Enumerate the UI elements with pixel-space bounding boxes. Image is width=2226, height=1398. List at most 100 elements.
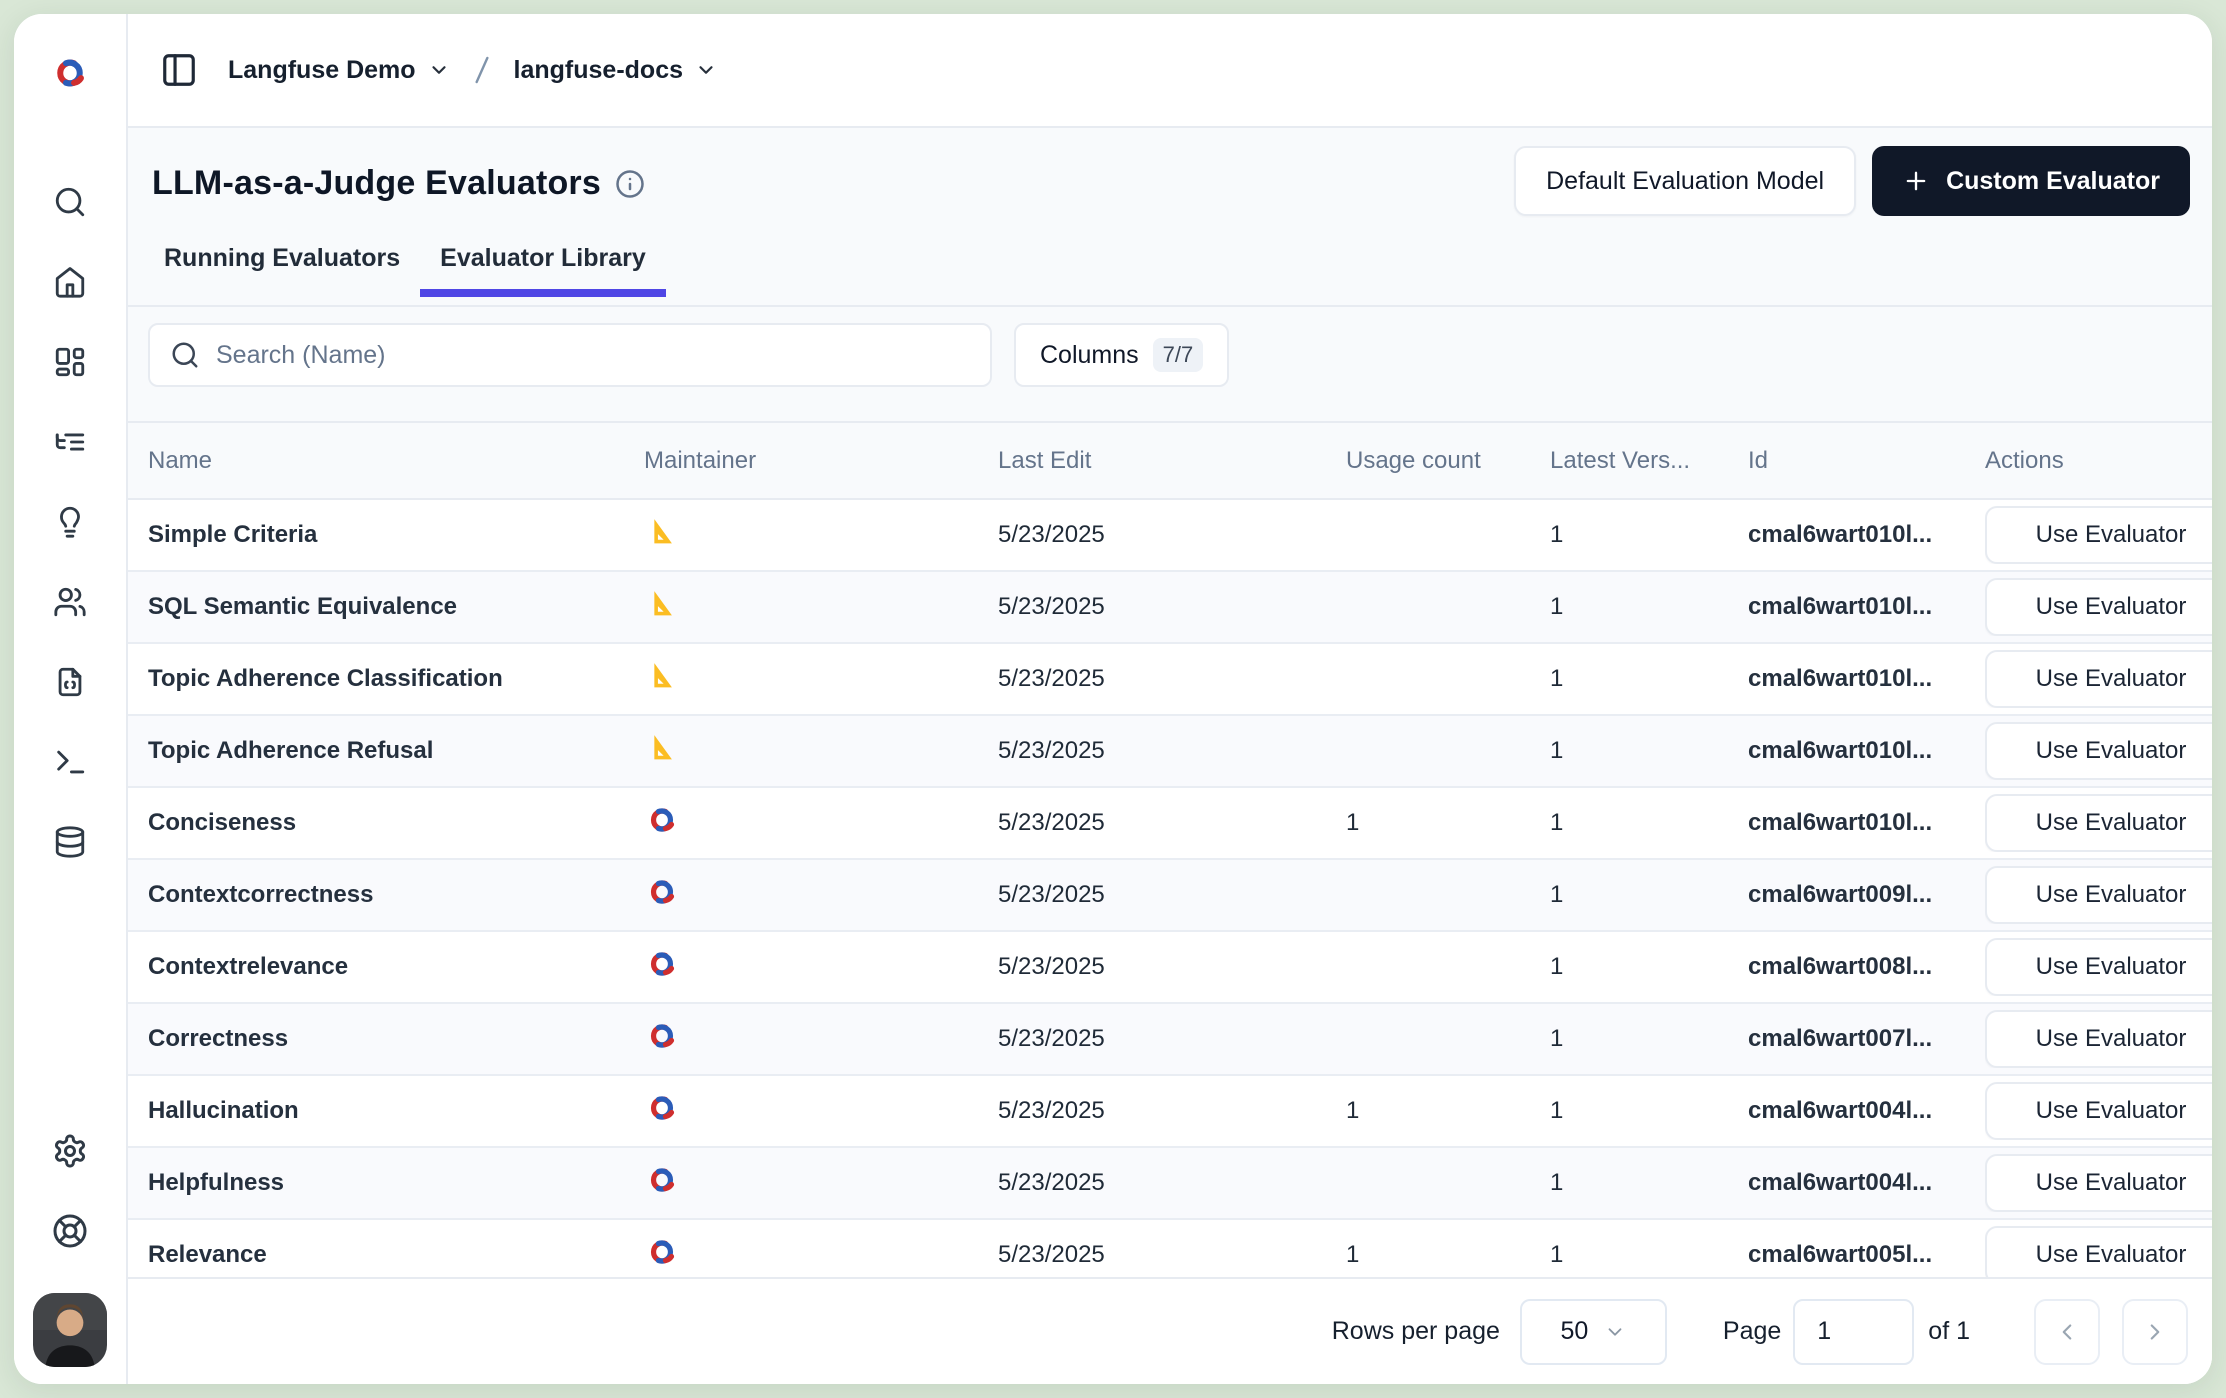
home-icon[interactable] xyxy=(53,265,87,299)
last-edit-cell: 5/23/2025 xyxy=(998,1025,1346,1053)
table-row[interactable]: Helpfulness 5/23/2025 1 cmal6wart004l...… xyxy=(128,1148,2212,1220)
use-evaluator-button[interactable]: Use Evaluator xyxy=(1985,722,2212,780)
latest-version-cell: 1 xyxy=(1550,521,1748,549)
use-evaluator-button[interactable]: Use Evaluator xyxy=(1985,866,2212,924)
topbar: Langfuse Demo langfuse-docs xyxy=(128,14,2212,128)
use-evaluator-button[interactable]: Use Evaluator xyxy=(1985,578,2212,636)
lightbulb-icon[interactable] xyxy=(53,505,87,539)
ragas-maintainer-icon xyxy=(644,732,675,763)
evaluator-name: Contextcorrectness xyxy=(128,881,644,909)
id-cell: cmal6wart010l... xyxy=(1748,593,1985,621)
custom-evaluator-button-label: Custom Evaluator xyxy=(1946,167,2160,196)
table-row[interactable]: Conciseness 5/23/2025 1 1 cmal6wart010l.… xyxy=(128,788,2212,860)
tab-running-evaluators[interactable]: Running Evaluators xyxy=(144,234,420,297)
evaluator-name: Hallucination xyxy=(128,1097,644,1125)
toolbar: Columns 7/7 xyxy=(148,323,2212,387)
usage-count-cell: 1 xyxy=(1346,1241,1550,1269)
evaluators-table: Name Maintainer Last Edit Usage count La… xyxy=(128,421,2212,1277)
chevron-right-icon xyxy=(2142,1319,2168,1345)
last-edit-cell: 5/23/2025 xyxy=(998,593,1346,621)
table-row[interactable]: Relevance 5/23/2025 1 1 cmal6wart005l...… xyxy=(128,1220,2212,1277)
langfuse-maintainer-icon xyxy=(644,1095,680,1121)
table-row[interactable]: Simple Criteria 5/23/2025 1 cmal6wart010… xyxy=(128,500,2212,572)
use-evaluator-button[interactable]: Use Evaluator xyxy=(1985,938,2212,996)
page-number-input[interactable] xyxy=(1793,1299,1914,1365)
previous-page-button[interactable] xyxy=(2034,1299,2100,1365)
sidebar-bottom xyxy=(14,1133,126,1367)
use-evaluator-button[interactable]: Use Evaluator xyxy=(1985,1226,2212,1277)
sidebar-toggle-icon[interactable] xyxy=(160,51,198,89)
file-code-icon[interactable] xyxy=(53,665,87,699)
database-icon[interactable] xyxy=(53,825,87,859)
next-page-button[interactable] xyxy=(2122,1299,2188,1365)
plus-icon xyxy=(1902,167,1930,195)
table-row[interactable]: Correctness 5/23/2025 1 cmal6wart007l...… xyxy=(128,1004,2212,1076)
use-evaluator-button[interactable]: Use Evaluator xyxy=(1985,1010,2212,1068)
evaluator-name: Simple Criteria xyxy=(128,521,644,549)
tab-evaluator-library[interactable]: Evaluator Library xyxy=(420,234,666,297)
actions-cell: Use Evaluator xyxy=(1985,722,2212,780)
users-icon[interactable] xyxy=(53,585,87,619)
maintainer-cell xyxy=(644,951,998,984)
search-icon[interactable] xyxy=(53,185,87,219)
use-evaluator-button[interactable]: Use Evaluator xyxy=(1985,794,2212,852)
table-row[interactable]: SQL Semantic Equivalence 5/23/2025 1 cma… xyxy=(128,572,2212,644)
tracing-tree-icon[interactable] xyxy=(53,425,87,459)
header-actions: Default Evaluation Model Custom Evaluato… xyxy=(1514,146,2190,216)
latest-version-cell: 1 xyxy=(1550,665,1748,693)
actions-cell: Use Evaluator xyxy=(1985,794,2212,852)
settings-gear-icon[interactable] xyxy=(52,1133,88,1169)
rows-per-page-select[interactable]: 50 xyxy=(1520,1299,1667,1365)
use-evaluator-button[interactable]: Use Evaluator xyxy=(1985,506,2212,564)
page-of-label: of 1 xyxy=(1928,1317,1970,1346)
maintainer-cell xyxy=(644,1095,998,1128)
support-lifebuoy-icon[interactable] xyxy=(52,1213,88,1249)
actions-cell: Use Evaluator xyxy=(1985,650,2212,708)
maintainer-cell xyxy=(644,732,998,770)
project-selector[interactable]: langfuse-docs xyxy=(514,56,717,85)
actions-cell: Use Evaluator xyxy=(1985,1154,2212,1212)
latest-version-cell: 1 xyxy=(1550,809,1748,837)
id-cell: cmal6wart009l... xyxy=(1748,881,1985,909)
evaluator-name: Correctness xyxy=(128,1025,644,1053)
actions-cell: Use Evaluator xyxy=(1985,866,2212,924)
langfuse-knot-logo-icon[interactable] xyxy=(49,58,91,88)
table-row[interactable]: Contextcorrectness 5/23/2025 1 cmal6wart… xyxy=(128,860,2212,932)
column-header-last-edit: Last Edit xyxy=(998,447,1346,475)
actions-cell: Use Evaluator xyxy=(1985,578,2212,636)
search-input[interactable] xyxy=(216,341,970,370)
use-evaluator-button[interactable]: Use Evaluator xyxy=(1985,1154,2212,1212)
latest-version-cell: 1 xyxy=(1550,593,1748,621)
column-header-actions: Actions xyxy=(1985,447,2212,475)
app-window: Langfuse Demo langfuse-docs LLM-as-a-Jud… xyxy=(14,14,2212,1384)
table-row[interactable]: Hallucination 5/23/2025 1 1 cmal6wart004… xyxy=(128,1076,2212,1148)
id-cell: cmal6wart004l... xyxy=(1748,1097,1985,1125)
last-edit-cell: 5/23/2025 xyxy=(998,1169,1346,1197)
usage-count-cell: 1 xyxy=(1346,1097,1550,1125)
default-evaluation-model-button[interactable]: Default Evaluation Model xyxy=(1514,146,1856,216)
table-row[interactable]: Topic Adherence Refusal 5/23/2025 1 cmal… xyxy=(128,716,2212,788)
columns-button[interactable]: Columns 7/7 xyxy=(1014,323,1229,387)
dashboard-icon[interactable] xyxy=(53,345,87,379)
user-avatar[interactable] xyxy=(33,1293,107,1367)
main-content: LLM-as-a-Judge Evaluators Default Evalua… xyxy=(128,128,2212,1384)
maintainer-cell xyxy=(644,1167,998,1200)
actions-cell: Use Evaluator xyxy=(1985,1226,2212,1277)
info-icon[interactable] xyxy=(615,169,645,199)
page-title: LLM-as-a-Judge Evaluators xyxy=(152,164,601,203)
workspace-selector[interactable]: Langfuse Demo xyxy=(228,56,450,85)
column-header-name: Name xyxy=(128,447,644,475)
custom-evaluator-button[interactable]: Custom Evaluator xyxy=(1872,146,2190,216)
langfuse-maintainer-icon xyxy=(644,879,680,905)
terminal-icon[interactable] xyxy=(53,745,87,779)
langfuse-maintainer-icon xyxy=(644,807,680,833)
use-evaluator-button[interactable]: Use Evaluator xyxy=(1985,1082,2212,1140)
use-evaluator-button[interactable]: Use Evaluator xyxy=(1985,650,2212,708)
id-cell: cmal6wart010l... xyxy=(1748,521,1985,549)
latest-version-cell: 1 xyxy=(1550,881,1748,909)
table-row[interactable]: Topic Adherence Classification 5/23/2025… xyxy=(128,644,2212,716)
breadcrumb-slash-icon xyxy=(466,54,498,86)
table-row[interactable]: Contextrelevance 5/23/2025 1 cmal6wart00… xyxy=(128,932,2212,1004)
evaluator-name: Topic Adherence Refusal xyxy=(128,737,644,765)
langfuse-maintainer-icon xyxy=(644,1023,680,1049)
